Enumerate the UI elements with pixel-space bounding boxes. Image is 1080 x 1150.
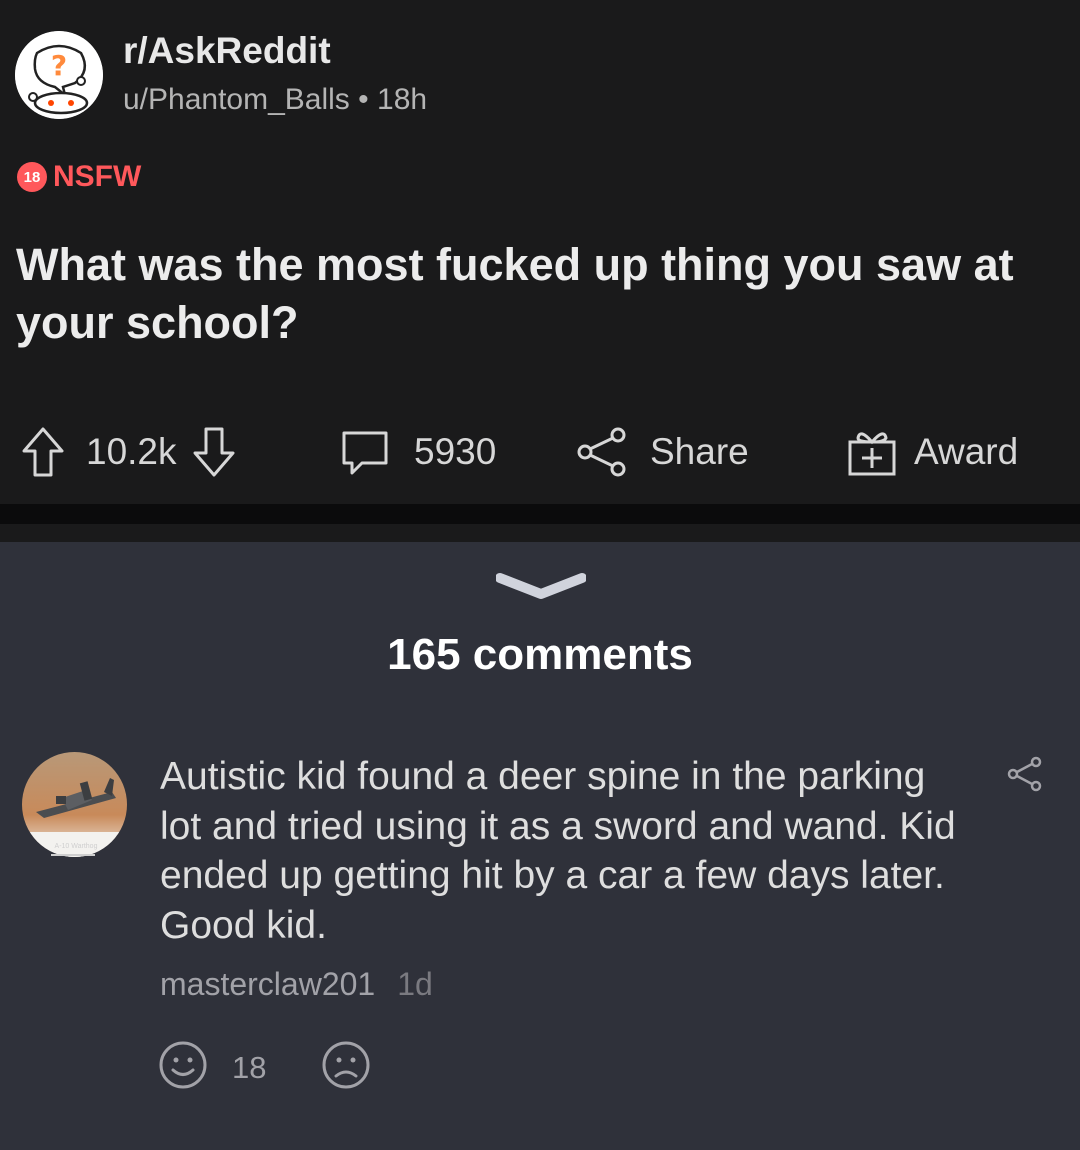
post-meta: u/Phantom_Balls • 18h xyxy=(123,83,427,117)
frown-icon xyxy=(321,1040,371,1095)
comment-icon xyxy=(340,427,390,477)
share-button[interactable]: Share xyxy=(576,420,749,484)
upvote-icon[interactable] xyxy=(20,425,66,479)
comment-count: 5930 xyxy=(414,431,497,472)
comment-body: Autistic kid found a deer spine in the p… xyxy=(160,755,956,947)
downvote-icon[interactable] xyxy=(191,425,237,479)
vote-count: 10.2k xyxy=(86,431,177,472)
post-action-bar: 10.2k 5930 Share Award xyxy=(0,420,1080,484)
section-divider xyxy=(0,504,1080,524)
post-age: 18h xyxy=(377,83,428,116)
comment-meta: masterclaw201 1d xyxy=(160,966,433,1003)
comment-age: 1d xyxy=(397,966,433,1002)
like-reaction[interactable]: 18 xyxy=(158,1040,266,1095)
comments-count-heading: 165 comments xyxy=(387,630,693,679)
comment-author[interactable]: masterclaw201 xyxy=(160,966,375,1002)
avatar-flair: A-10 Warthog xyxy=(54,843,98,850)
post-title[interactable]: What was the most fucked up thing you sa… xyxy=(16,236,1046,352)
avatar[interactable] xyxy=(22,752,127,857)
share-icon xyxy=(576,426,628,478)
nsfw-label: NSFW xyxy=(53,160,142,193)
nsfw-badge: 18 xyxy=(17,162,47,192)
section-divider-lower xyxy=(0,524,1080,542)
svg-text:?: ? xyxy=(51,49,67,82)
chevron-down-icon[interactable] xyxy=(495,570,587,607)
award-label: Award xyxy=(914,431,1019,472)
post-author[interactable]: u/Phantom_Balls xyxy=(123,83,350,116)
award-icon xyxy=(846,426,898,478)
smile-icon xyxy=(158,1040,208,1095)
meta-separator: • xyxy=(358,83,369,116)
dislike-reaction[interactable] xyxy=(321,1040,371,1095)
award-button[interactable]: Award xyxy=(846,420,1018,484)
vote-group: 10.2k xyxy=(20,420,237,484)
flair-underline xyxy=(51,854,95,856)
askreddit-logo-icon[interactable]: ? xyxy=(15,31,103,119)
share-icon[interactable] xyxy=(1007,756,1043,797)
post-card: ? r/AskReddit u/Phantom_Balls • 18h 18 N… xyxy=(0,0,1080,504)
nsfw-tag: 18 NSFW xyxy=(17,160,141,194)
comments-button[interactable]: 5930 xyxy=(340,420,496,484)
subreddit-name[interactable]: r/AskReddit xyxy=(123,30,331,72)
share-label: Share xyxy=(650,431,749,472)
like-count: 18 xyxy=(232,1049,267,1085)
